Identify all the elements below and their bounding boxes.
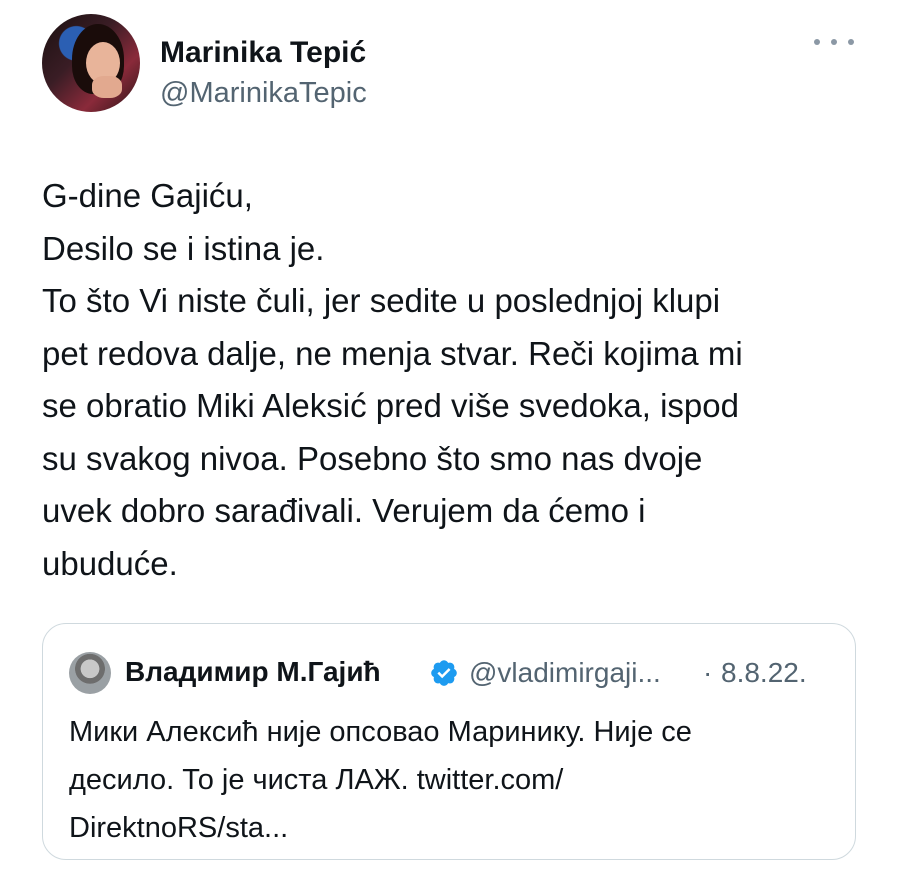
quoted-avatar[interactable] [69,652,111,694]
tweet-line: To što Vi niste čuli, jer sedite u posle… [42,282,721,319]
tweet-header: Marinika Tepić @MarinikaTepic [42,14,862,114]
verified-badge-icon [431,660,457,686]
separator-dot: · [703,657,713,688]
quoted-author-name: Владимир М.Гајић [125,656,381,687]
tweet-line: Desilo se i istina je. [42,229,325,267]
tweet-line: su svakog nivoa. Posebno što smo nas dvo… [42,439,703,477]
tweet-line: pet redova dalje, ne menja stvar. Reči k… [42,334,743,372]
tweet-line: ubuduće. [42,544,178,582]
quoted-tweet-header: Владимир М.Гајић @vladimirgaji... · 8.8.… [69,652,849,696]
tweet-line: G-dine Gajiću, [42,177,253,214]
quoted-text: Мики Алексић није опсовао Маринику. Није… [69,708,849,852]
tweet: Marinika Tepić @MarinikaTepic G-dine Gaj… [0,0,900,891]
quoted-line: DirektnoRS/sta... [69,812,289,844]
quoted-line: Мики Алексић није опсовао Маринику. Није… [69,716,692,748]
tweet-line: uvek dobro sarađivali. Verujem da ćemo i [42,492,646,529]
quoted-line: десило. То је чиста ЛАЖ. twitter.com/ [69,764,564,796]
author-name[interactable]: Marinika Tepić [160,36,366,70]
avatar-hand [92,76,122,98]
more-dots-icon[interactable] [814,32,854,52]
quoted-date[interactable]: 8.8.22. [721,657,807,689]
tweet-line: se obratio Miki Aleksić pred više svedok… [42,387,739,424]
avatar[interactable] [42,14,140,112]
quoted-tweet[interactable]: Владимир М.Гајић @vladimirgaji... · 8.8.… [42,623,856,860]
quoted-author-handle: @vladimirgaji... [469,657,661,688]
tweet-text: G-dine Gajiću, Desilo se i istina je. To… [42,170,862,590]
author-handle[interactable]: @MarinikaTepic [160,77,367,110]
